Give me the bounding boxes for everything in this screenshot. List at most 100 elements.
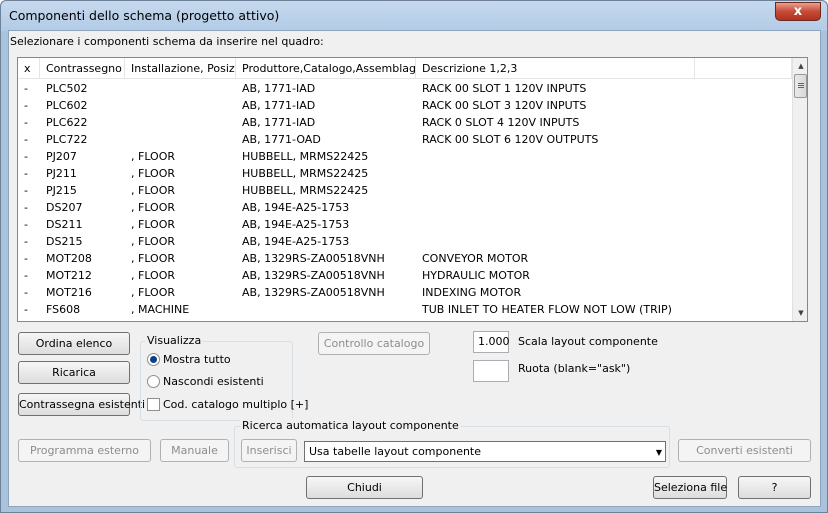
help-button[interactable]: ?	[738, 476, 811, 499]
table-row[interactable]: - PJ211 , FLOOR HUBBELL, MRMS22425	[18, 165, 792, 182]
row-mark: -	[24, 286, 28, 299]
column-header-tag[interactable]: Contrassegno	[40, 58, 125, 79]
scroll-down-arrow-icon[interactable]: ▼	[793, 305, 807, 321]
row-description: CONVEYOR MOTOR	[422, 252, 529, 265]
layout-search-combo[interactable]: Usa tabelle layout componente ▼	[304, 441, 666, 462]
instruction-label: Selezionare i componenti schema da inser…	[10, 35, 324, 48]
row-description: RACK 00 SLOT 3 120V INPUTS	[422, 99, 587, 112]
row-installation: , FLOOR	[131, 201, 176, 214]
insert-button[interactable]: Inserisci	[241, 439, 297, 462]
dialog-window: Componenti dello schema (progetto attivo…	[0, 0, 828, 513]
row-installation: , FLOOR	[131, 184, 176, 197]
row-description: HYDRAULIC MOTOR	[422, 269, 530, 282]
row-tag: MOT216	[46, 286, 92, 299]
table-row[interactable]: - DS215 , FLOOR AB, 194E-A25-1753	[18, 233, 792, 250]
table-row[interactable]: - MOT216 , FLOOR AB, 1329RS-ZA00518VNH INDEX…	[18, 284, 792, 301]
catalog-check-button[interactable]: Controllo catalogo	[318, 332, 430, 355]
table-row[interactable]: - DS211 , FLOOR AB, 194E-A25-1753	[18, 216, 792, 233]
row-mark: -	[24, 269, 28, 282]
row-description	[416, 199, 695, 216]
row-mark: -	[24, 99, 28, 112]
components-list[interactable]: x Contrassegno Installazione, Posiz... P…	[17, 57, 808, 322]
column-header-description[interactable]: Descrizione 1,2,3	[416, 58, 695, 79]
row-mark: -	[24, 201, 28, 214]
list-header: x Contrassegno Installazione, Posiz... P…	[18, 58, 792, 79]
show-all-radio[interactable]	[147, 353, 160, 366]
row-installation: , FLOOR	[131, 269, 176, 282]
row-tag: PLC502	[46, 82, 88, 95]
row-description	[416, 182, 695, 199]
row-mark: -	[24, 235, 28, 248]
auto-search-group-label: Ricerca automatica layout componente	[240, 419, 461, 432]
row-tag: DS207	[46, 201, 83, 214]
scale-label: Scala layout componente	[518, 335, 658, 348]
row-tag: PJ215	[46, 184, 77, 197]
row-manufacturer: AB, 1771-OAD	[242, 133, 321, 146]
select-file-button[interactable]: Seleziona file	[653, 476, 727, 499]
table-row[interactable]: - PLC602 AB, 1771-IAD RACK 00 SLOT 3 120V I…	[18, 97, 792, 114]
close-icon: x	[793, 4, 803, 19]
column-header-filler	[695, 58, 792, 79]
table-row[interactable]: - PJ207 , FLOOR HUBBELL, MRMS22425	[18, 148, 792, 165]
reload-button[interactable]: Ricarica	[18, 361, 130, 384]
scale-input[interactable]: 1.000	[473, 331, 510, 353]
row-mark: -	[24, 167, 28, 180]
row-manufacturer: AB, 1329RS-ZA00518VNH	[242, 286, 385, 299]
display-group-label: Visualizza	[145, 334, 204, 347]
row-description	[416, 165, 695, 182]
row-tag: PLC602	[46, 99, 88, 112]
column-header-installation[interactable]: Installazione, Posiz...	[125, 58, 236, 79]
row-description	[416, 233, 695, 250]
row-tag: PJ211	[46, 167, 77, 180]
table-row[interactable]: - MOT212 , FLOOR AB, 1329RS-ZA00518VNH HYDRA…	[18, 267, 792, 284]
row-manufacturer	[236, 301, 416, 318]
row-manufacturer: AB, 194E-A25-1753	[242, 235, 350, 248]
combo-value: Usa tabelle layout componente	[309, 445, 482, 458]
close-button[interactable]: Chiudi	[306, 476, 423, 499]
row-installation	[125, 80, 236, 97]
row-tag: DS211	[46, 218, 83, 231]
row-manufacturer: HUBBELL, MRMS22425	[242, 184, 369, 197]
scroll-up-arrow-icon[interactable]: ▲	[793, 58, 807, 74]
convert-existing-button[interactable]: Converti esistenti	[678, 439, 811, 462]
row-manufacturer: HUBBELL, MRMS22425	[242, 167, 369, 180]
manual-button[interactable]: Manuale	[160, 439, 229, 462]
title-bar[interactable]: Componenti dello schema (progetto attivo…	[1, 1, 827, 31]
rotate-input[interactable]	[473, 360, 509, 382]
external-program-button[interactable]: Programma esterno	[18, 439, 151, 462]
table-row[interactable]: - PLC722 AB, 1771-OAD RACK 00 SLOT 6 120V O…	[18, 131, 792, 148]
row-installation: , FLOOR	[131, 235, 176, 248]
mark-existing-button[interactable]: Contrassegna esistenti	[18, 393, 145, 416]
hide-existing-label: Nascondi esistenti	[163, 375, 264, 388]
table-row[interactable]: - MOT208 , FLOOR AB, 1329RS-ZA00518VNH CONVE…	[18, 250, 792, 267]
column-header-x[interactable]: x	[18, 58, 40, 79]
row-tag: PLC622	[46, 116, 88, 129]
sort-list-button[interactable]: Ordina elenco	[18, 332, 130, 355]
row-installation: , FLOOR	[131, 252, 176, 265]
row-mark: -	[24, 218, 28, 231]
column-header-manufacturer[interactable]: Produttore,Catalogo,Assemblaggio	[236, 58, 416, 79]
row-description	[416, 148, 695, 165]
table-row[interactable]: - PJ215 , FLOOR HUBBELL, MRMS22425	[18, 182, 792, 199]
table-row[interactable]: - DS207 , FLOOR AB, 194E-A25-1753	[18, 199, 792, 216]
hide-existing-radio[interactable]	[147, 375, 160, 388]
row-installation	[125, 97, 236, 114]
grip-line	[798, 83, 804, 84]
row-manufacturer: AB, 194E-A25-1753	[242, 218, 350, 231]
close-window-button[interactable]: x	[775, 2, 821, 21]
row-mark: -	[24, 252, 28, 265]
show-all-label: Mostra tutto	[163, 353, 231, 366]
grip-line	[798, 87, 804, 88]
table-row[interactable]: - FS608 , MACHINE TUB INLET TO HEATER FLOW …	[18, 301, 792, 318]
row-installation	[125, 114, 236, 131]
row-mark: -	[24, 116, 28, 129]
vertical-scrollbar[interactable]: ▲ ▼	[792, 58, 807, 321]
row-installation: , FLOOR	[131, 218, 176, 231]
rotate-label: Ruota (blank="ask")	[518, 362, 631, 375]
scroll-thumb[interactable]	[794, 74, 807, 98]
row-tag: PJ207	[46, 150, 77, 163]
multi-catalog-checkbox[interactable]	[147, 398, 160, 411]
table-row[interactable]: - PLC502 AB, 1771-IAD RACK 00 SLOT 1 120V I…	[18, 80, 792, 97]
table-row[interactable]: - PLC622 AB, 1771-IAD RACK 0 SLOT 4 120V IN…	[18, 114, 792, 131]
row-manufacturer: AB, 1329RS-ZA00518VNH	[242, 252, 385, 265]
